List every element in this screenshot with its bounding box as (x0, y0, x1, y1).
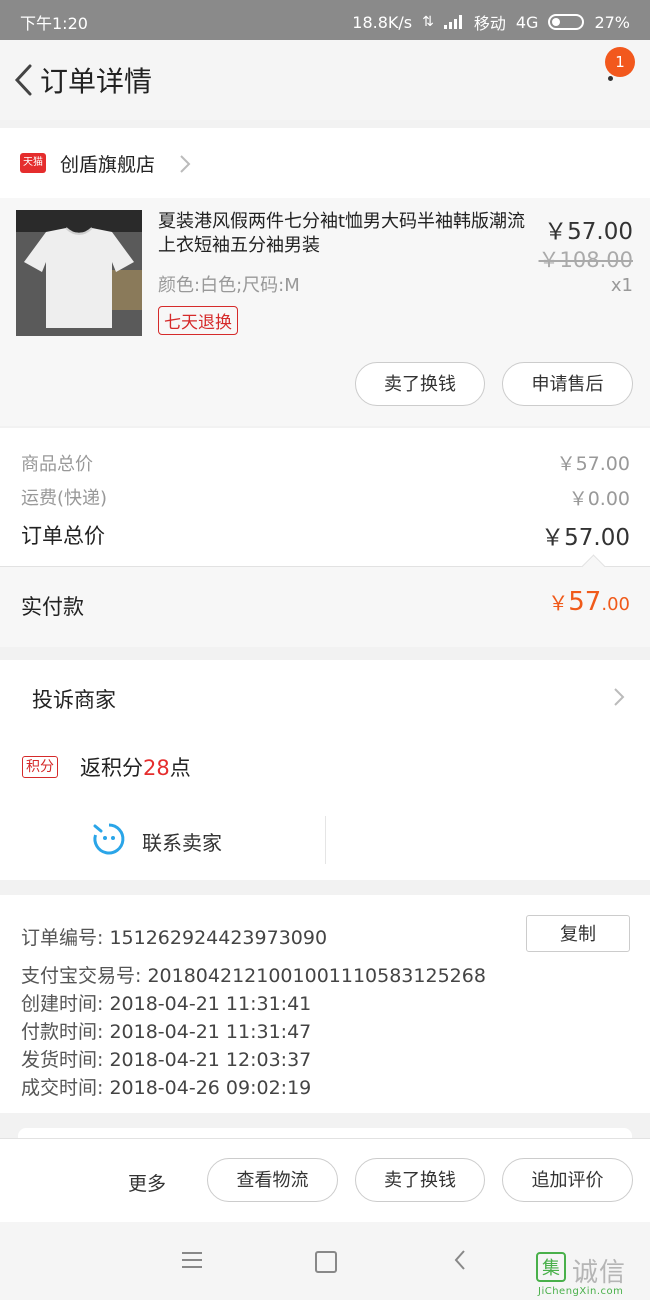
tmall-logo: 天猫 (20, 153, 46, 173)
price-summary: 商品总价 ￥57.00 运费(快递) ￥0.00 订单总价 ￥57.00 实付款… (0, 428, 650, 647)
shipping-value: ￥0.00 (568, 488, 630, 510)
product-price: ￥57.00 (544, 219, 633, 245)
order-total-value: ￥57.00 (541, 525, 630, 551)
status-carrier: 移动 (473, 14, 506, 33)
shipping-label: 运费(快递) (21, 488, 108, 509)
product-card: 天猫 创盾旗舰店 夏装港风假两件七分袖t恤男大码半袖韩版潮流上衣短袖五分袖男装 … (0, 128, 650, 426)
product-title[interactable]: 夏装港风假两件七分袖t恤男大码半袖韩版潮流上衣短袖五分袖男装 (158, 210, 528, 258)
created-time-line: 创建时间: 2018-04-21 11:31:41 (21, 993, 312, 1015)
watermark-logo: 集 诚信 JiChengXin.com (532, 1252, 650, 1300)
after-sales-button[interactable]: 申请售后 (502, 362, 633, 406)
status-time: 下午1:20 (20, 14, 88, 33)
shop-name[interactable]: 创盾旗舰店 (60, 150, 155, 177)
completed-time-line: 成交时间: 2018-04-26 09:02:19 (21, 1077, 312, 1099)
status-bar: 下午1:20 18.8K/s ⇅ 移动 4G 27% (0, 0, 650, 40)
service-card: 投诉商家 积分 返积分28点 联系卖家 (0, 660, 650, 880)
order-info: 订单编号: 151262924423973090 复制 支付宝交易号: 2018… (0, 895, 650, 1113)
return-policy-tag: 七天退换 (158, 306, 238, 335)
product-image[interactable] (16, 210, 142, 336)
sell-for-cash-bottom-button[interactable]: 卖了换钱 (355, 1158, 485, 1202)
back-icon[interactable] (12, 62, 38, 98)
chevron-right-icon (180, 155, 191, 173)
back-nav-icon[interactable] (452, 1248, 468, 1272)
more-button[interactable]: 更多 (128, 1169, 166, 1196)
page-title: 订单详情 (40, 65, 153, 98)
product-original-price: ￥108.00 (538, 248, 633, 272)
complain-seller-link[interactable]: 投诉商家 (32, 684, 116, 714)
home-icon[interactable] (315, 1251, 337, 1273)
divider (325, 816, 326, 864)
alipay-number-line: 支付宝交易号: 2018042121001001110583125268 (21, 965, 486, 987)
contact-seller-icon[interactable] (92, 822, 126, 856)
product-spec: 颜色:白色;尺码:M (158, 275, 300, 296)
menu-icon[interactable] (182, 1252, 202, 1273)
product-quantity: x1 (610, 275, 633, 296)
data-arrows-icon: ⇅ (422, 14, 434, 30)
signal-icon (443, 15, 464, 29)
paid-time-line: 付款时间: 2018-04-21 11:31:47 (21, 1021, 312, 1043)
shipped-time-line: 发货时间: 2018-04-21 12:03:37 (21, 1049, 312, 1071)
order-number-line: 订单编号: 151262924423973090 (21, 927, 328, 949)
points-tag: 积分 (22, 756, 58, 778)
shop-row[interactable]: 天猫 创盾旗舰店 (0, 128, 650, 198)
status-network: 4G (515, 12, 539, 32)
notification-badge: 1 (605, 47, 635, 77)
chevron-right-icon[interactable] (612, 686, 626, 708)
paid-amount: ￥57.00 (548, 587, 630, 617)
view-logistics-button[interactable]: 查看物流 (207, 1158, 338, 1202)
system-nav-bar: 集 诚信 JiChengXin.com (0, 1222, 650, 1300)
bottom-action-bar: 更多 查看物流 卖了换钱 追加评价 (0, 1138, 650, 1223)
header: 订单详情 (0, 40, 650, 120)
add-review-button[interactable]: 追加评价 (502, 1158, 633, 1202)
status-battery: 27% (594, 12, 630, 32)
battery-icon (548, 14, 585, 30)
goods-total-label: 商品总价 (21, 454, 93, 475)
copy-button[interactable]: 复制 (526, 915, 630, 952)
paid-label: 实付款 (21, 595, 84, 619)
contact-seller-button[interactable]: 联系卖家 (142, 827, 222, 856)
goods-total-value: ￥57.00 (556, 453, 630, 475)
sell-for-cash-button[interactable]: 卖了换钱 (355, 362, 485, 406)
points-text: 返积分28点 (80, 756, 191, 780)
paid-row: 实付款 ￥57.00 (0, 554, 650, 647)
status-speed: 18.8K/s (352, 12, 413, 32)
order-total-label: 订单总价 (21, 524, 105, 548)
